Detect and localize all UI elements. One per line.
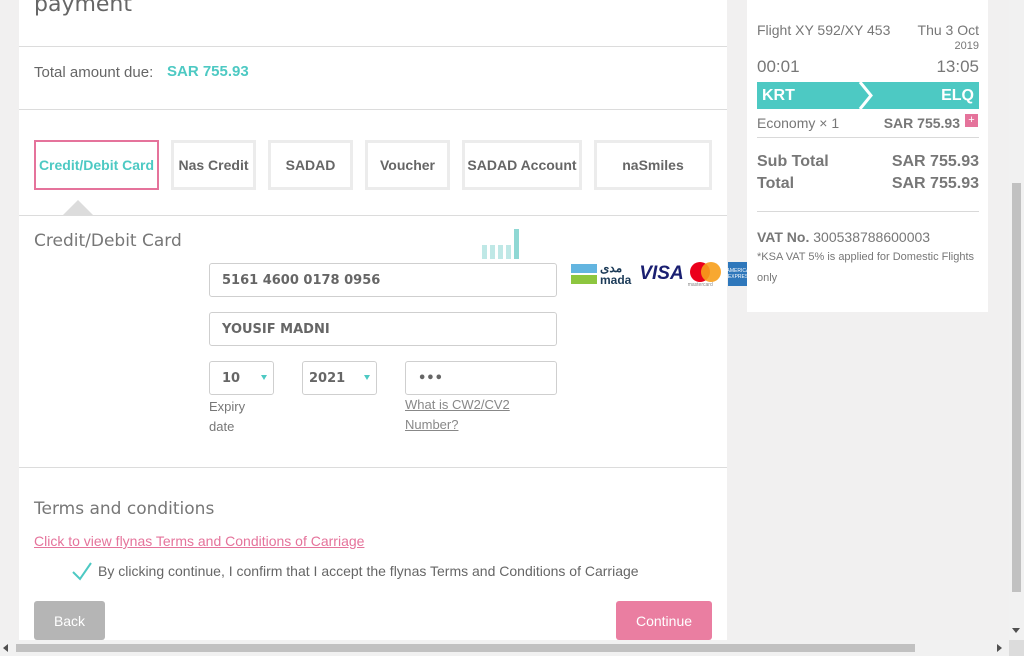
total-amount-value: SAR 755.93 — [167, 63, 249, 80]
scrollbar-corner — [1009, 640, 1024, 656]
chevron-right-icon — [858, 82, 873, 109]
cardholder-name-input[interactable]: YOUSIF MADNI — [209, 312, 557, 346]
arrive-time: 13:05 — [936, 57, 979, 76]
back-button[interactable]: Back — [34, 601, 105, 640]
cvv-help-link[interactable]: What is CW2/CV2 Number? — [405, 395, 510, 435]
subtotal-value: SAR 755.93 — [891, 153, 979, 170]
divider — [19, 215, 727, 216]
total-label: Total — [757, 175, 795, 192]
vat-note: *KSA VAT 5% is applied for Domestic Flig… — [757, 251, 975, 263]
mastercard-logo: mastercard — [687, 262, 722, 288]
expiry-date-label: Expiry date — [209, 397, 245, 437]
terms-confirm-text: By clicking continue, I confirm that I a… — [98, 563, 639, 579]
vertical-scroll-thumb[interactable] — [1012, 183, 1021, 592]
divider — [19, 46, 727, 47]
expiry-year-select[interactable]: 2021 — [302, 361, 377, 395]
total-value: SAR 755.93 — [891, 175, 979, 192]
divider — [757, 211, 979, 212]
payment-panel: payment Total amount due: SAR 755.93 Cre… — [19, 0, 753, 640]
cvv-help-line: Number? — [405, 417, 459, 432]
scroll-down-arrow-icon[interactable] — [1012, 628, 1020, 633]
route-bar: KRT ELQ — [757, 82, 979, 109]
expiry-label-line: date — [209, 419, 235, 434]
tab-sadad-account[interactable]: SADAD Account — [462, 140, 582, 190]
total-amount-label: Total amount due: — [34, 64, 154, 81]
terms-title: Terms and conditions — [34, 499, 215, 519]
destination-code: ELQ — [941, 87, 974, 104]
divider — [19, 109, 727, 110]
vertical-scrollbar[interactable] — [1009, 0, 1024, 640]
loading-indicator-icon — [482, 229, 519, 259]
expiry-month-value: 10 — [222, 370, 241, 386]
terms-link[interactable]: Click to view flynas Terms and Condition… — [34, 533, 364, 549]
card-number-input[interactable]: 5161 4600 0178 0956 — [209, 263, 557, 297]
origin-code: KRT — [762, 87, 795, 104]
divider — [19, 467, 727, 468]
card-section-title: Credit/Debit Card — [34, 231, 182, 251]
horizontal-scroll-thumb[interactable] — [16, 644, 915, 652]
chevron-down-icon — [364, 375, 370, 380]
fare-amount: SAR 755.93 — [883, 115, 960, 131]
flight-date: Thu 3 Oct — [917, 22, 979, 38]
tab-voucher[interactable]: Voucher — [365, 140, 450, 190]
plus-icon[interactable]: + — [965, 114, 978, 127]
vat-note-cont: only — [757, 272, 778, 284]
scroll-right-arrow-icon[interactable] — [997, 644, 1002, 652]
chevron-down-icon — [261, 375, 267, 380]
continue-button[interactable]: Continue — [616, 601, 712, 640]
mada-logo-text: mada — [600, 273, 632, 287]
tab-nasmiles[interactable]: naSmiles — [594, 140, 712, 190]
mada-logo: مدى mada — [571, 262, 631, 286]
expiry-year-value: 2021 — [309, 370, 346, 386]
mastercard-logo-text: mastercard — [687, 282, 713, 288]
expiry-label-line: Expiry — [209, 399, 246, 414]
divider — [757, 137, 979, 138]
active-tab-pointer — [62, 200, 94, 216]
tab-sadad[interactable]: SADAD — [268, 140, 353, 190]
checkbox-checked-icon[interactable] — [71, 560, 93, 582]
subtotal-label: Sub Total — [757, 153, 829, 170]
vat-info: VAT No. 300538788600003 — [757, 229, 930, 245]
cvv-help-line: What is CW2/CV2 — [405, 397, 510, 412]
tab-nas-credit[interactable]: Nas Credit — [171, 140, 256, 190]
flight-number: Flight XY 592/XY 453 — [757, 22, 891, 38]
visa-logo: VISA — [639, 263, 684, 284]
page-heading: payment — [34, 0, 133, 17]
scroll-left-arrow-icon[interactable] — [3, 644, 8, 652]
expiry-month-select[interactable]: 10 — [209, 361, 274, 395]
horizontal-scrollbar[interactable] — [0, 640, 1009, 656]
fare-class: Economy × 1 — [757, 115, 840, 131]
tab-credit-debit-card[interactable]: Credit/Debit Card — [34, 140, 159, 190]
accepted-cards: مدى mada VISA mastercard AMERICAN EXPRES… — [571, 262, 753, 288]
vat-label: VAT No. — [757, 229, 810, 245]
cvv-input[interactable]: ••• — [405, 361, 557, 395]
flight-year: 2019 — [954, 40, 979, 52]
depart-time: 00:01 — [757, 57, 800, 76]
booking-summary: Flight XY 592/XY 453 Thu 3 Oct 2019 00:0… — [747, 0, 988, 312]
vat-number: 300538788600003 — [813, 229, 931, 245]
